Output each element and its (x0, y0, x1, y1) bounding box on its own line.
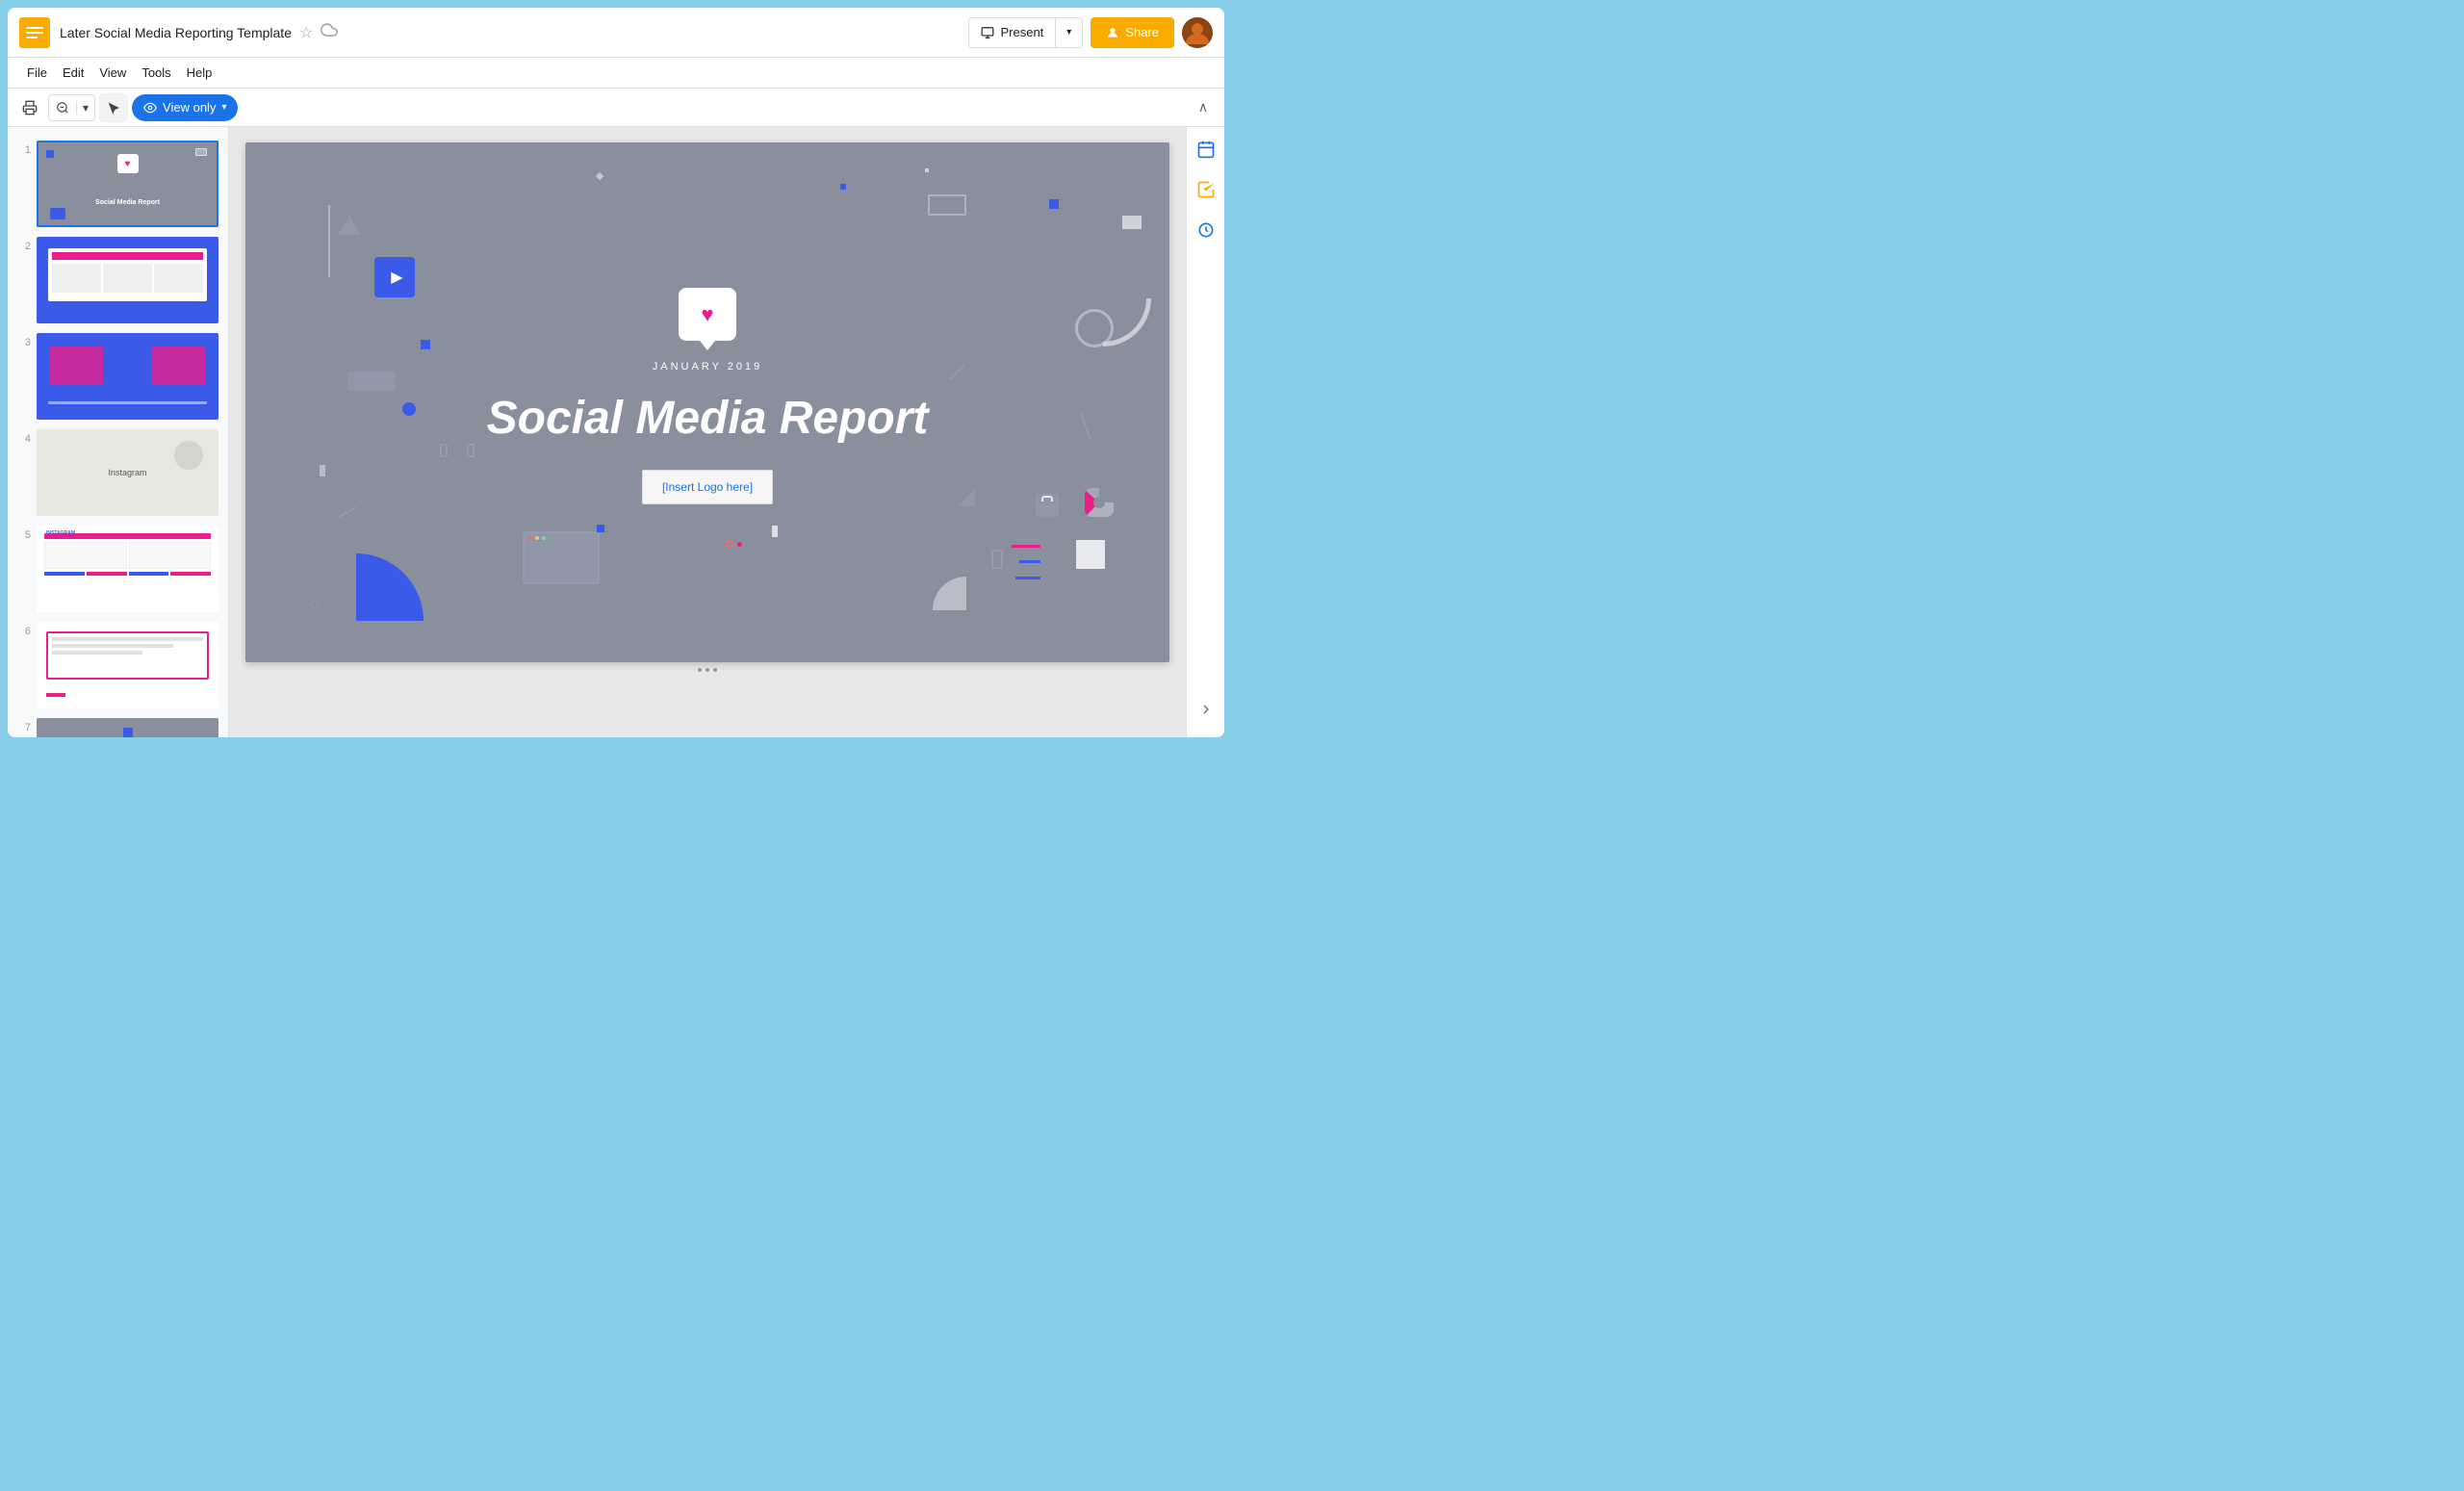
present-button-group[interactable]: Present ▾ (968, 17, 1083, 48)
document-title: Later Social Media Reporting Template (60, 25, 292, 40)
menu-edit[interactable]: Edit (55, 62, 91, 84)
slide-number-7: 7 (17, 722, 31, 733)
scroll-dot-2 (706, 668, 709, 672)
title-icons: ☆ (299, 21, 338, 43)
slide-number-1: 1 (17, 144, 31, 156)
view-only-button[interactable]: View only ▾ (132, 94, 238, 121)
zoom-out-button[interactable] (49, 94, 76, 121)
slide-item-2[interactable]: 2 (15, 235, 220, 325)
heart-icon: ♥ (701, 302, 713, 327)
slide-month-label: JANUARY 2019 (653, 361, 762, 373)
app-container: Later Social Media Reporting Template ☆ … (0, 0, 1232, 745)
slide-1-title-mini: Social Media Report (38, 199, 217, 206)
expand-sidebar-button[interactable] (1198, 702, 1214, 730)
toolbar: ▾ View only ▾ ∧ (8, 89, 1224, 127)
slide-number-6: 6 (17, 626, 31, 637)
menu-help[interactable]: Help (179, 62, 220, 84)
slide-item-7[interactable]: 7 Instagram Stories (15, 716, 220, 737)
slide-thumb-5: INSTAGRAM (37, 526, 218, 612)
tasks-sidebar-icon[interactable] (1192, 175, 1220, 204)
scroll-indicator (698, 668, 717, 672)
slide-thumb-7: Instagram Stories (37, 718, 218, 737)
present-button[interactable]: Present (969, 18, 1055, 47)
slide-number-4: 4 (17, 433, 31, 445)
star-icon[interactable]: ☆ (299, 23, 313, 42)
calendar-sidebar-icon[interactable] (1192, 135, 1220, 164)
slide-thumb-3 (37, 333, 218, 420)
slide-item-6[interactable]: 6 (15, 620, 220, 710)
main-window: Later Social Media Reporting Template ☆ … (8, 8, 1224, 737)
slide-panel-scroll[interactable]: 1 ♥ Social Media Report (12, 135, 224, 737)
slide-thumb-2 (37, 237, 218, 323)
slide-item-1[interactable]: 1 ♥ Social Media Report (15, 139, 220, 229)
present-dropdown-button[interactable]: ▾ (1055, 18, 1082, 47)
menu-tools[interactable]: Tools (134, 62, 178, 84)
heart-bubble: ♥ (679, 288, 736, 341)
app-logo-icon (19, 17, 50, 48)
menu-view[interactable]: View (91, 62, 134, 84)
collapse-toolbar-button[interactable]: ∧ (1190, 94, 1217, 121)
slide-panel: 1 ♥ Social Media Report (8, 127, 229, 737)
user-avatar[interactable] (1182, 17, 1213, 48)
zoom-control: ▾ (48, 94, 95, 121)
slide-logo-placeholder: [Insert Logo here] (642, 470, 773, 504)
slide-number-2: 2 (17, 241, 31, 252)
scroll-dot-1 (698, 668, 702, 672)
slide-thumb-6 (37, 622, 218, 708)
cursor-button[interactable] (99, 93, 128, 122)
menu-bar: File Edit View Tools Help (8, 58, 1224, 89)
editor-area: ▶ ⬠ (229, 127, 1186, 737)
right-sidebar (1186, 127, 1224, 737)
menu-file[interactable]: File (19, 62, 55, 84)
main-slide: ▶ ⬠ (245, 142, 1169, 662)
slide-thumb-1: ♥ Social Media Report (37, 141, 218, 227)
slide-number-3: 3 (17, 337, 31, 348)
share-button[interactable]: Share (1091, 17, 1174, 48)
slide-4-label: Instagram (108, 468, 146, 477)
title-bar: Later Social Media Reporting Template ☆ … (8, 8, 1224, 58)
slide-thumb-4: Instagram (37, 429, 218, 516)
slide-content: ▶ ⬠ (245, 142, 1169, 662)
slide-item-5[interactable]: 5 (15, 524, 220, 614)
title-bar-right: Present ▾ Share (968, 17, 1213, 48)
cloud-icon[interactable] (321, 21, 338, 43)
scroll-dot-3 (713, 668, 717, 672)
slide-number-5: 5 (17, 529, 31, 541)
slide-item-4[interactable]: 4 Instagram (15, 427, 220, 518)
slide-main-title: Social Media Report (487, 392, 929, 445)
slide-item-3[interactable]: 3 (15, 331, 220, 422)
print-button[interactable] (15, 93, 44, 122)
zoom-value: ▾ (76, 101, 94, 115)
keep-sidebar-icon[interactable] (1192, 216, 1220, 244)
content-area: 1 ♥ Social Media Report (8, 127, 1224, 737)
